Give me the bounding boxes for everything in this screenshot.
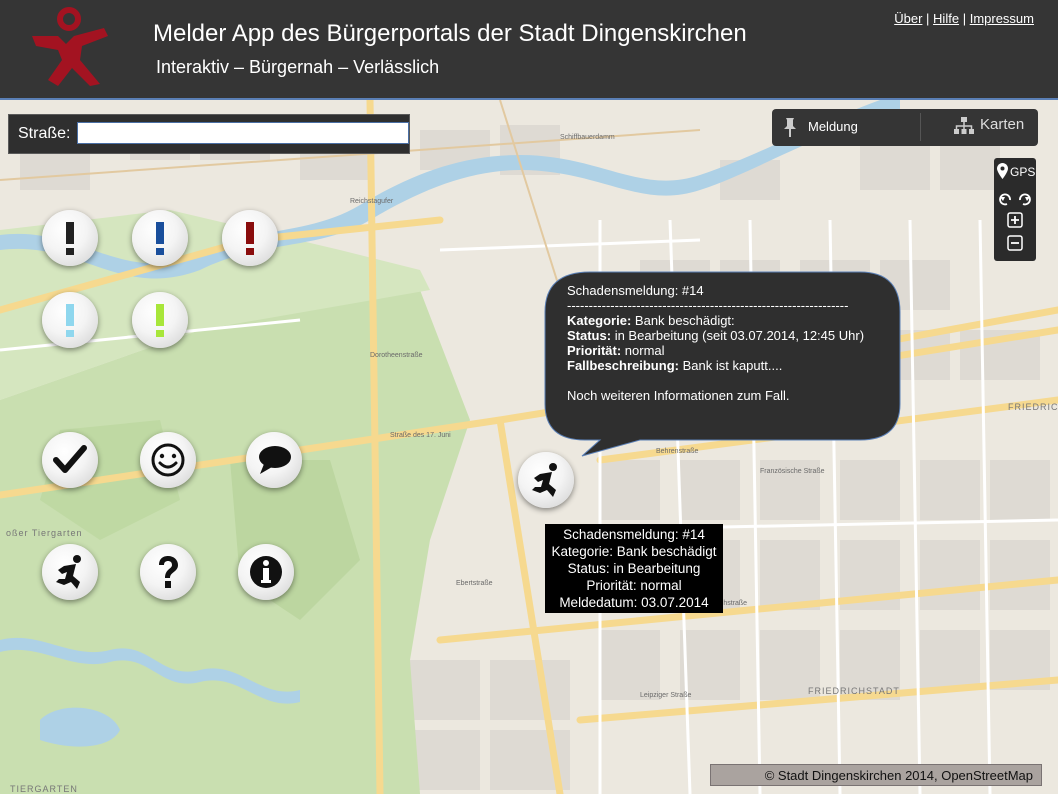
fallbeschreibung-label: Fallbeschreibung: — [567, 358, 679, 373]
callout-title: Schadensmeldung: #14 — [567, 283, 704, 298]
check-button[interactable] — [42, 432, 98, 488]
status-label: Status: — [567, 328, 612, 343]
link-hilfe[interactable]: Hilfe — [933, 11, 959, 26]
exclamation-icon — [156, 304, 164, 337]
prioritaet-label: Priorität: — [567, 343, 622, 358]
zoom-in-icon[interactable] — [994, 210, 1036, 230]
map-label-street: Straße des 17. Juni — [390, 432, 451, 439]
alert-lightblue-button[interactable] — [42, 292, 98, 348]
alert-red-button[interactable] — [222, 210, 278, 266]
sitemap-icon — [954, 117, 974, 134]
pushpin-icon[interactable] — [780, 116, 800, 138]
prioritaet-value: normal — [624, 343, 665, 358]
more-info-text: Noch weiteren Informationen zum Fall. — [567, 388, 790, 403]
map-label-street: Schiffbauerdamm — [560, 134, 615, 141]
running-man-icon — [56, 555, 81, 589]
alert-blue-button[interactable] — [132, 210, 188, 266]
report-marker[interactable] — [518, 452, 574, 508]
rotate-right-icon[interactable] — [1019, 193, 1031, 206]
rotate-left-icon[interactable] — [999, 193, 1011, 206]
exclamation-icon — [66, 304, 74, 337]
tooltip-line: Schadensmeldung: #14 — [563, 527, 705, 542]
street-search: Straße: — [8, 114, 410, 154]
speech-bubble-icon — [259, 446, 291, 474]
map-label-street: Leipziger Straße — [640, 692, 692, 699]
map-label-district: TIERGARTEN — [10, 784, 78, 794]
link-ueber[interactable]: Über — [894, 11, 922, 26]
karten-button[interactable]: Karten — [954, 115, 1024, 139]
smiley-button[interactable] — [140, 432, 196, 488]
zoom-out-icon[interactable] — [994, 233, 1036, 253]
help-button[interactable] — [140, 544, 196, 600]
street-label: Straße: — [18, 125, 71, 142]
map-label-street: Dorotheenstraße — [370, 352, 423, 359]
tooltip-line: Priorität: normal — [586, 578, 682, 593]
info-icon — [250, 556, 282, 588]
map-label-district: FRIEDRICHSTADT — [808, 686, 900, 696]
fallbeschreibung-value: Bank ist kaputt.... — [682, 358, 783, 373]
gps-button[interactable]: GPS — [994, 162, 1036, 182]
status-value: in Bearbeitung (seit 03.07.2014, 12:45 U… — [614, 328, 865, 343]
kategorie-label: Kategorie: — [567, 313, 632, 328]
smiley-icon — [151, 443, 185, 477]
street-input[interactable] — [77, 122, 409, 144]
link-impressum[interactable]: Impressum — [970, 11, 1034, 26]
app-title: Melder App des Bürgerportals der Stadt D… — [153, 20, 747, 47]
app-header: Melder App des Bürgerportals der Stadt D… — [0, 0, 1058, 100]
rotate-controls — [999, 193, 1031, 206]
map-toolbar: Meldung Karten — [772, 109, 1038, 146]
alert-black-button[interactable] — [42, 210, 98, 266]
tooltip-line: Kategorie: Bank beschädigt — [551, 544, 717, 559]
meldung-select[interactable]: Meldung — [804, 113, 921, 141]
marker-tooltip: Schadensmeldung: #14 Kategorie: Bank bes… — [545, 524, 723, 613]
link-separator: | — [962, 11, 967, 26]
location-marker-icon — [997, 163, 1008, 179]
comment-button[interactable] — [246, 432, 302, 488]
map-label-street: Ebertstraße — [456, 580, 493, 587]
question-icon — [159, 556, 178, 588]
map-attribution: © Stadt Dingenskirchen 2014, OpenStreetM… — [710, 764, 1042, 786]
kategorie-value: Bank beschädigt: — [634, 313, 735, 328]
exclamation-icon — [156, 222, 164, 255]
gps-label: GPS — [1010, 165, 1036, 179]
map-label-street: Französische Straße — [760, 468, 825, 475]
link-separator: | — [926, 11, 930, 26]
app-subtitle: Interaktiv – Bürgernah – Verlässlich — [156, 57, 440, 77]
tooltip-line: Meldedatum: 03.07.2014 — [559, 595, 709, 610]
alert-green-button[interactable] — [132, 292, 188, 348]
callout-divider: ----------------------------------------… — [567, 298, 849, 313]
info-button[interactable] — [238, 544, 294, 600]
map-controls: GPS — [994, 158, 1036, 261]
map-label-district: FRIEDRICHSWER — [1008, 402, 1058, 412]
running-man-button[interactable] — [42, 544, 98, 600]
exclamation-icon — [66, 222, 74, 255]
tooltip-line: Status: in Bearbeitung — [567, 561, 701, 576]
map-label-street: Behrenstraße — [656, 448, 699, 455]
map-label-street: Reichstagufer — [350, 198, 394, 205]
map-label-park: oßer Tiergarten — [6, 528, 83, 538]
karten-label: Karten — [980, 116, 1025, 133]
top-links: Über | Hilfe | Impressum — [894, 11, 1034, 26]
exclamation-icon — [246, 222, 254, 255]
logo-icon — [32, 7, 108, 86]
running-man-icon — [532, 463, 557, 497]
check-icon — [53, 445, 87, 473]
report-callout: Schadensmeldung: #14 -------------------… — [567, 283, 887, 403]
